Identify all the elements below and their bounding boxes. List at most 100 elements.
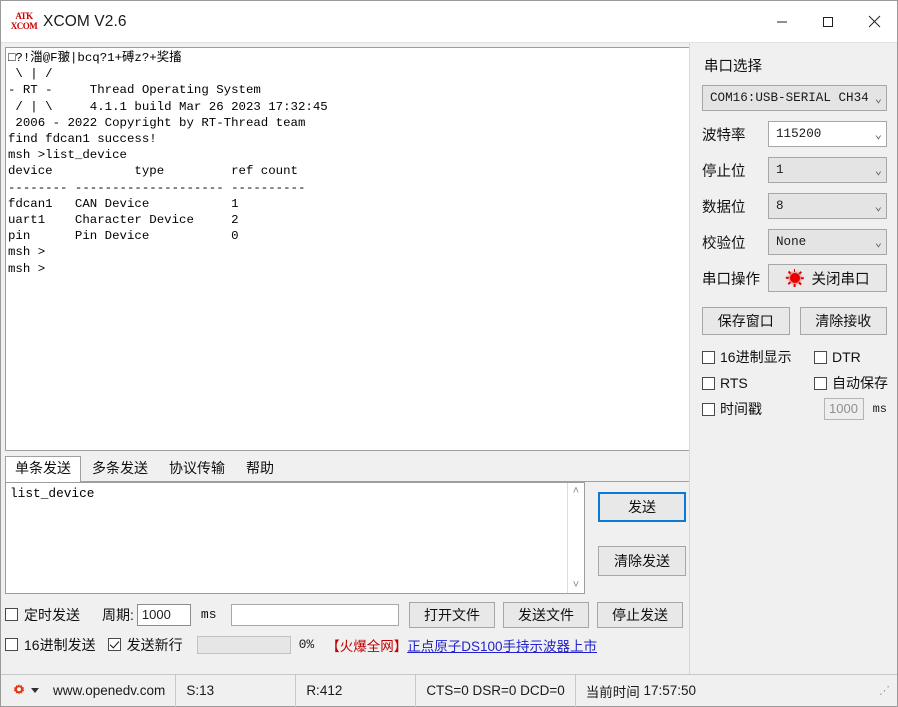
atk-xcom-logo-icon: ATK XCOM [10, 11, 38, 33]
timestamp-checkbox[interactable] [702, 402, 715, 416]
window-action-buttons: 保存窗口 清除接收 [702, 307, 887, 335]
window-title: XCOM V2.6 [43, 12, 127, 30]
dtr-cell: DTR [814, 349, 861, 365]
send-input-box[interactable]: list_device ˄ ˅ [5, 482, 585, 594]
timestamp-row: 时间戳 1000 ms [702, 396, 887, 422]
send-input[interactable]: list_device [6, 483, 567, 593]
autosave-checkbox[interactable] [814, 376, 827, 390]
ad-link[interactable]: 正点原子DS100手持示波器上市 [407, 639, 597, 654]
send-options: 定时发送 周期: 1000 ms 打开文件 发送文件 停止发送 16进制发送 发… [5, 601, 689, 658]
hex-display-checkbox[interactable] [702, 350, 715, 364]
tab-single-send[interactable]: 单条发送 [5, 456, 81, 482]
rts-autosave-row: RTS 自动保存 [702, 370, 888, 396]
window-controls [759, 1, 897, 43]
newline-label[interactable]: 发送新行 [127, 635, 183, 655]
minimize-button[interactable] [759, 1, 805, 43]
period-label: 周期: [102, 606, 134, 623]
stopbits-select[interactable]: 1 ⌄ [768, 157, 887, 183]
send-scrollbar[interactable]: ˄ ˅ [567, 483, 584, 593]
timed-send-label[interactable]: 定时发送 [24, 605, 80, 625]
main-area: □?!湽@F翍|bcq?1+磗z?+奖搐 \ | / - RT - Thread… [1, 43, 897, 674]
status-received-count: R:412 [296, 674, 417, 707]
close-serial-port-label: 关闭串口 [811, 271, 870, 288]
hex-display-label[interactable]: 16进制显示 [720, 347, 792, 367]
gear-icon[interactable] [11, 683, 27, 699]
parity-row: 校验位 None ⌄ [702, 229, 887, 255]
rts-cell: RTS [702, 375, 814, 391]
send-button[interactable]: 发送 [598, 492, 686, 522]
clear-send-button[interactable]: 清除发送 [598, 546, 686, 576]
databits-label: 数据位 [702, 199, 746, 216]
timed-send-checkbox[interactable] [5, 608, 18, 621]
databits-select[interactable]: 8 ⌄ [768, 193, 887, 219]
scroll-down-icon[interactable]: ˅ [573, 580, 579, 591]
tab-help[interactable]: 帮助 [236, 456, 284, 481]
status-website[interactable]: www.openedv.com [43, 674, 177, 707]
status-sent-count: S:13 [176, 674, 297, 707]
autosave-label[interactable]: 自动保存 [832, 373, 888, 393]
file-path-input[interactable] [230, 603, 399, 626]
period-input[interactable]: 1000 [136, 603, 191, 626]
chevron-down-icon: ⌄ [874, 199, 882, 214]
status-bar: www.openedv.com S:13 R:412 CTS=0 DSR=0 D… [1, 674, 897, 707]
hex-display-cell: 16进制显示 [702, 347, 814, 367]
dtr-label[interactable]: DTR [832, 349, 861, 365]
rts-checkbox[interactable] [702, 376, 715, 390]
tab-multi-send[interactable]: 多条发送 [82, 456, 158, 481]
status-settings-cell [1, 675, 43, 707]
send-file-button[interactable]: 发送文件 [503, 601, 589, 628]
baud-label: 波特率 [702, 127, 746, 144]
scroll-up-icon[interactable]: ˄ [573, 486, 579, 497]
baud-row: 波特率 115200 ⌄ [702, 121, 887, 147]
parity-label: 校验位 [702, 235, 746, 252]
timestamp-label[interactable]: 时间戳 [720, 399, 762, 419]
send-tabs: 单条发送 多条发送 协议传输 帮助 [5, 456, 689, 482]
clear-receive-button[interactable]: 清除接收 [799, 307, 887, 335]
databits-select-value: 8 [776, 199, 784, 213]
receive-area[interactable]: □?!湽@F翍|bcq?1+磗z?+奖搐 \ | / - RT - Thread… [5, 47, 689, 451]
operation-label: 串口操作 [702, 271, 760, 288]
tab-protocol-transfer[interactable]: 协议传输 [159, 456, 235, 481]
save-window-button[interactable]: 保存窗口 [702, 307, 790, 335]
progress-percent-label: 0% [298, 637, 315, 652]
hex-send-label[interactable]: 16进制发送 [24, 635, 96, 655]
file-progress-bar [196, 635, 291, 654]
baud-select-value: 115200 [776, 127, 822, 141]
logo-line-1: ATK [15, 11, 33, 21]
current-time-value: 17:57:50 [643, 683, 697, 698]
advertisement-banner[interactable]: 【火爆全网】正点原子DS100手持示波器上市 [320, 635, 689, 655]
hex-send-checkbox[interactable] [5, 638, 18, 651]
resize-grip-icon[interactable]: ⋰ [879, 685, 891, 696]
hex-display-dtr-row: 16进制显示 DTR [702, 344, 887, 370]
port-select-value: COM16:USB-SERIAL CH34 [710, 91, 869, 105]
period-unit-label: ms [200, 607, 217, 622]
rts-label[interactable]: RTS [720, 375, 748, 391]
autosave-cell: 自动保存 [814, 373, 888, 393]
maximize-button[interactable] [805, 1, 851, 43]
serial-panel-title: 串口选择 [704, 59, 762, 75]
close-button[interactable] [851, 1, 897, 43]
parity-select[interactable]: None ⌄ [768, 229, 887, 255]
databits-row: 数据位 8 ⌄ [702, 193, 887, 219]
open-file-button[interactable]: 打开文件 [409, 601, 495, 628]
stop-send-button[interactable]: 停止发送 [597, 601, 683, 628]
chevron-down-icon: ⌄ [874, 163, 882, 178]
file-buttons: 打开文件 发送文件 停止发送 [409, 601, 689, 628]
receive-text: □?!湽@F翍|bcq?1+磗z?+奖搐 \ | / - RT - Thread… [8, 51, 328, 276]
port-select[interactable]: COM16:USB-SERIAL CH34 ⌄ [702, 85, 887, 111]
xcom-window: ATK XCOM XCOM V2.6 □?!湽@F翍|bcq?1+磗z?+奖搐 … [0, 0, 898, 707]
logo-line-2: XCOM [10, 21, 38, 31]
left-column: □?!湽@F翍|bcq?1+磗z?+奖搐 \ | / - RT - Thread… [1, 43, 689, 674]
operation-row: 串口操作 关闭串口 [702, 264, 887, 292]
baud-select[interactable]: 115200 ⌄ [768, 121, 887, 147]
red-indicator-icon [785, 269, 804, 287]
chevron-down-icon: ⌄ [874, 127, 882, 142]
hex-send-row: 16进制发送 发送新行 0% 【火爆全网】正点原子DS100手持示波器上市 [5, 631, 689, 658]
newline-checkbox[interactable] [107, 638, 121, 651]
chevron-down-icon: ⌄ [874, 235, 882, 250]
close-serial-port-button[interactable]: 关闭串口 [768, 264, 887, 292]
dtr-checkbox[interactable] [814, 350, 827, 364]
timestamp-interval-input[interactable]: 1000 [824, 398, 864, 420]
settings-dropdown-arrow-icon[interactable] [31, 688, 39, 693]
send-panel: list_device ˄ ˅ 发送 清除发送 [5, 482, 689, 594]
